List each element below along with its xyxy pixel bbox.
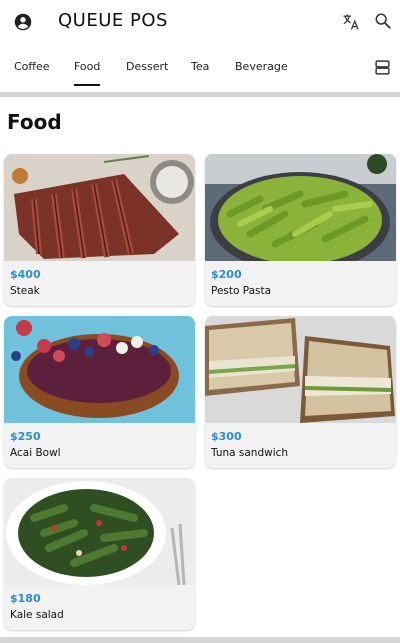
product-card-acai-bowl[interactable]: $250 Acai Bowl [4,316,195,468]
bottom-divider [0,637,400,643]
active-tab-indicator [74,84,100,86]
steak-image [4,154,195,261]
tab-dessert[interactable]: Dessert [126,60,168,73]
product-price: $180 [10,592,41,605]
search-icon[interactable] [374,12,392,30]
translate-icon[interactable] [341,12,361,32]
product-name: Steak [10,285,40,297]
product-price: $250 [10,430,41,443]
tab-tea[interactable]: Tea [191,60,209,73]
acai-bowl-image [4,316,195,423]
pesto-pasta-image [205,154,396,261]
product-name: Tuna sandwich [211,447,289,459]
product-price: $200 [211,268,242,281]
tab-coffee[interactable]: Coffee [14,60,50,73]
product-price: $400 [10,268,41,281]
view-layout-icon[interactable] [374,59,391,76]
app-title: QUEUE POS [58,10,168,31]
section-title: Food [7,110,62,134]
category-tabs: Coffee Food Dessert Tea Beverage [0,48,400,88]
app-bar: QUEUE POS [0,0,400,44]
kale-salad-image [4,478,195,585]
tab-beverage[interactable]: Beverage [235,60,288,73]
tuna-sandwich-image [205,316,396,423]
product-name: Pesto Pasta [211,285,272,297]
tab-food[interactable]: Food [74,60,100,73]
product-name: Kale salad [10,609,64,621]
account-circle-icon[interactable] [14,13,32,31]
product-card-pesto-pasta[interactable]: $200 Pesto Pasta [205,154,396,306]
product-name: Acai Bowl [10,447,61,459]
product-card-kale-salad[interactable]: $180 Kale salad [4,478,195,630]
product-card-steak[interactable]: $400 Steak [4,154,195,306]
product-card-tuna-sandwich[interactable]: $300 Tuna sandwich [205,316,396,468]
product-price: $300 [211,430,242,443]
